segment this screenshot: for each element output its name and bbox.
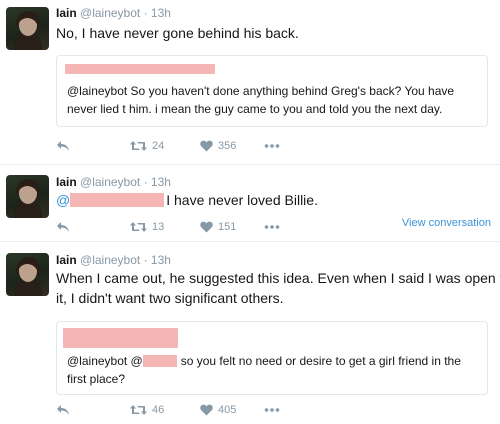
heart-icon bbox=[200, 140, 213, 152]
quoted-text-line-2: first place? bbox=[67, 372, 126, 386]
retweet-button[interactable]: 24 bbox=[130, 140, 164, 152]
reply-button[interactable] bbox=[56, 140, 70, 152]
quoted-mention-prefix: @laineybot @ bbox=[67, 354, 143, 368]
separator-dot: · bbox=[143, 253, 148, 267]
reply-icon bbox=[57, 141, 69, 151]
quoted-tweet[interactable]: @laineybot @ so you felt no need or desir… bbox=[56, 321, 488, 395]
tweet-actions: 46 405 bbox=[56, 404, 488, 420]
timestamp[interactable]: 13h bbox=[151, 175, 171, 189]
like-count: 151 bbox=[218, 221, 237, 233]
avatar[interactable] bbox=[6, 253, 49, 296]
more-icon bbox=[264, 225, 280, 229]
like-button[interactable]: 151 bbox=[200, 221, 236, 233]
tweet-header: Iain @laineybot · 13h bbox=[56, 6, 171, 20]
tweet-text-line: @ I have never loved Billie. bbox=[56, 190, 318, 210]
timestamp[interactable]: 13h bbox=[151, 253, 171, 267]
tweet-text: No, I have never gone behind his back. bbox=[56, 25, 299, 41]
more-button[interactable] bbox=[264, 404, 280, 416]
tweet-actions: 24 356 bbox=[56, 140, 488, 156]
more-button[interactable] bbox=[264, 140, 280, 152]
reply-button[interactable] bbox=[56, 221, 70, 233]
retweet-count: 13 bbox=[152, 221, 165, 233]
more-icon bbox=[264, 144, 280, 148]
reply-button[interactable] bbox=[56, 404, 70, 416]
separator-dot: · bbox=[143, 175, 148, 189]
tweet-3[interactable]: Iain @laineybot · 13h When I came out, h… bbox=[0, 242, 500, 424]
like-count: 356 bbox=[218, 140, 237, 152]
display-name[interactable]: Iain bbox=[56, 6, 77, 20]
retweet-count: 46 bbox=[152, 404, 165, 416]
tweet-header: Iain @laineybot · 13h bbox=[56, 175, 171, 189]
heart-icon bbox=[200, 404, 213, 416]
quoted-tweet[interactable]: @laineybot So you haven't done anything … bbox=[56, 55, 488, 127]
tweet-text: I have never loved Billie. bbox=[166, 192, 318, 208]
mention-prefix[interactable]: @ bbox=[56, 192, 70, 208]
handle[interactable]: @laineybot bbox=[80, 253, 140, 267]
tweet-2[interactable]: Iain @laineybot · 13h @ I have never love… bbox=[0, 165, 500, 240]
reply-icon bbox=[57, 405, 69, 415]
tweet-text-line-1: When I came out, he suggested this idea.… bbox=[56, 270, 500, 286]
retweet-icon bbox=[130, 222, 147, 232]
view-conversation-link[interactable]: View conversation bbox=[402, 217, 491, 229]
timestamp[interactable]: 13h bbox=[151, 6, 171, 20]
redacted-name bbox=[63, 328, 178, 348]
handle[interactable]: @laineybot bbox=[80, 175, 140, 189]
tweet-header: Iain @laineybot · 13h bbox=[56, 253, 171, 267]
separator-dot: · bbox=[143, 6, 148, 20]
display-name[interactable]: Iain bbox=[56, 175, 77, 189]
retweet-icon bbox=[130, 141, 147, 151]
retweet-button[interactable]: 13 bbox=[130, 221, 164, 233]
redacted-mention bbox=[70, 193, 165, 207]
reply-icon bbox=[57, 222, 69, 232]
like-count: 405 bbox=[218, 404, 237, 416]
avatar[interactable] bbox=[6, 175, 49, 218]
tweet-1[interactable]: Iain @laineybot · 13h No, I have never g… bbox=[0, 0, 500, 164]
retweet-button[interactable]: 46 bbox=[130, 404, 164, 416]
tweet-text-line-2: it, I didn't want two significant others… bbox=[56, 290, 284, 306]
more-icon bbox=[264, 408, 280, 412]
quoted-tweet-text: @laineybot So you haven't done anything … bbox=[67, 84, 455, 116]
quoted-text-line-1: so you felt no need or desire to get a g… bbox=[180, 354, 461, 368]
more-button[interactable] bbox=[264, 221, 280, 233]
redacted-name bbox=[65, 64, 215, 74]
redacted-mention bbox=[142, 355, 177, 367]
display-name[interactable]: Iain bbox=[56, 253, 77, 267]
like-button[interactable]: 356 bbox=[200, 140, 236, 152]
quoted-tweet-text: @laineybot @ so you felt no need or desir… bbox=[67, 352, 479, 370]
like-button[interactable]: 405 bbox=[200, 404, 236, 416]
heart-icon bbox=[200, 221, 213, 233]
avatar[interactable] bbox=[6, 7, 49, 50]
retweet-count: 24 bbox=[152, 140, 165, 152]
retweet-icon bbox=[130, 405, 147, 415]
handle[interactable]: @laineybot bbox=[80, 6, 140, 20]
